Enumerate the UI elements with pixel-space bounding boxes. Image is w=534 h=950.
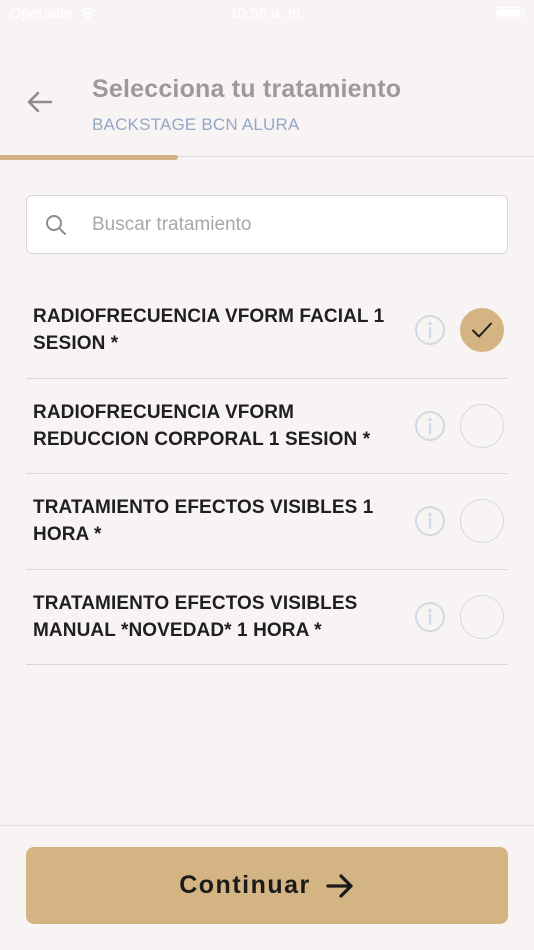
arrow-left-icon [27, 91, 53, 113]
battery-icon [496, 7, 525, 19]
treatment-name: TRATAMIENTO EFECTOS VISIBLES 1 HORA * [33, 497, 374, 546]
treatment-name: TRATAMIENTO EFECTOS VISIBLES MANUAL *NOV… [33, 592, 358, 641]
info-icon [415, 601, 445, 632]
arrow-right-icon [326, 873, 353, 898]
treatment-select-radio[interactable] [460, 499, 504, 544]
back-button[interactable] [22, 84, 58, 120]
info-button[interactable] [414, 505, 446, 537]
info-icon [415, 506, 445, 537]
search-box [26, 195, 508, 254]
treatment-name: RADIOFRECUENCIA VFORM REDUCCION CORPORAL… [33, 401, 371, 450]
treatment-row[interactable]: RADIOFRECUENCIA VFORM FACIAL 1 SESION * [26, 283, 508, 379]
info-button[interactable] [414, 410, 446, 442]
treatment-select-radio[interactable] [460, 308, 504, 353]
info-icon [415, 315, 445, 346]
treatment-list: RADIOFRECUENCIA VFORM FACIAL 1 SESION * R… [26, 283, 508, 665]
info-button[interactable] [414, 601, 446, 633]
treatment-row[interactable]: TRATAMIENTO EFECTOS VISIBLES 1 HORA * [26, 474, 508, 570]
continue-label: Continuar [179, 871, 311, 899]
treatment-row[interactable]: RADIOFRECUENCIA VFORM REDUCCION CORPORAL… [26, 379, 508, 474]
info-icon [415, 410, 445, 441]
search-icon [46, 214, 66, 235]
search-input[interactable] [92, 213, 472, 236]
clock: 10:56 a. m. [229, 5, 305, 22]
status-bar: Operador 10:56 a. m. [0, 0, 534, 30]
treatment-select-radio[interactable] [460, 594, 504, 639]
footer-divider [0, 825, 534, 826]
continue-button[interactable]: Continuar [26, 847, 508, 924]
treatment-row[interactable]: TRATAMIENTO EFECTOS VISIBLES MANUAL *NOV… [26, 570, 508, 665]
page-title: Selecciona tu tratamiento [92, 75, 402, 103]
treatment-name: RADIOFRECUENCIA VFORM FACIAL 1 SESION * [33, 306, 385, 355]
page-subtitle: BACKSTAGE BCN ALURA [92, 115, 300, 134]
info-button[interactable] [414, 314, 446, 346]
treatment-select-radio[interactable] [460, 403, 504, 448]
check-icon [472, 322, 492, 338]
progress-bar [0, 155, 178, 160]
